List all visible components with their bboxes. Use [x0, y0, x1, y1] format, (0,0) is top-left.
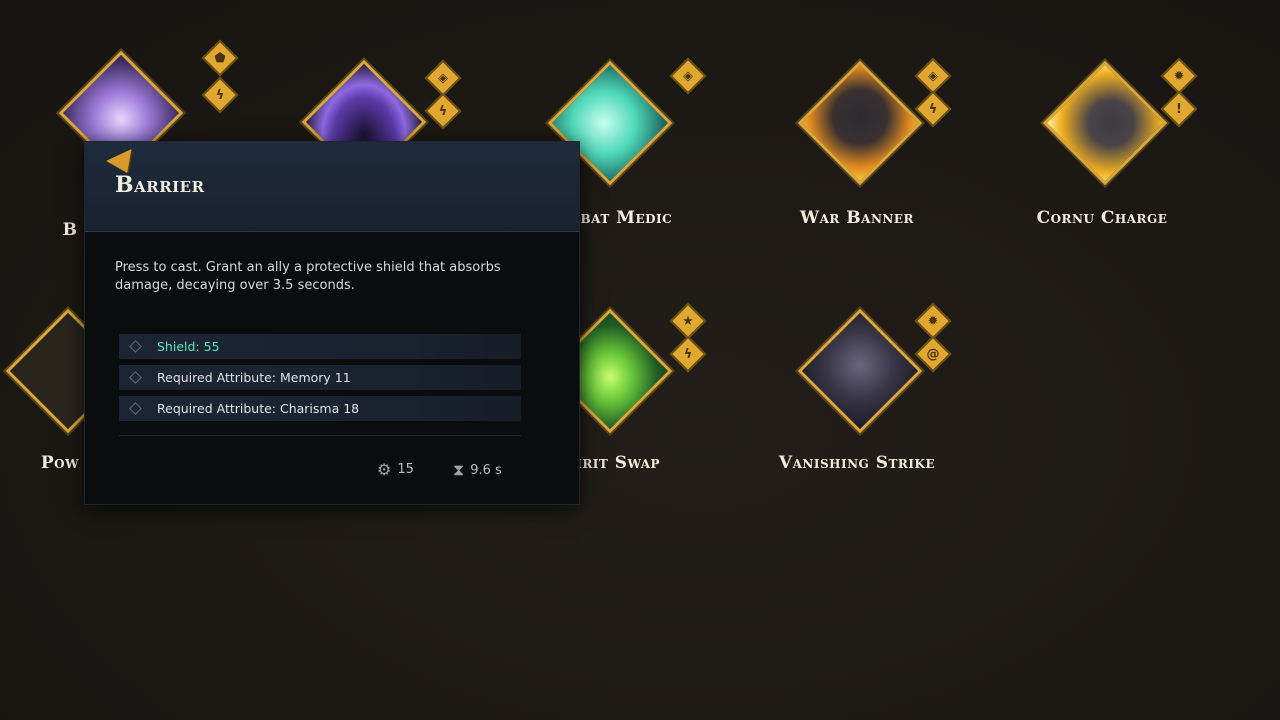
stat-text: Required Attribute: Memory 11 [157, 370, 351, 385]
tooltip-title: Barrier [115, 172, 205, 198]
stat-row: Required Attribute: Charisma 18 [119, 396, 521, 421]
lightning-tag-icon: ϟ [669, 335, 707, 373]
diamond-bullet-icon [129, 371, 142, 384]
cornu-charge-skill-icon [1042, 60, 1168, 186]
divider [119, 435, 521, 436]
star-tag-icon: ★ [669, 302, 707, 340]
shield-tag-icon: ⬟ [201, 39, 239, 77]
cooldown-value: 9.6 s [470, 462, 502, 478]
lightning-tag-icon: ϟ [424, 92, 462, 130]
skill-tooltip: Barrier Press to cast. Grant an ally a p… [84, 141, 580, 505]
mana-cost: ⚙ 15 [377, 460, 414, 479]
tooltip-header: Barrier [85, 142, 579, 232]
skill-name: War Banner [799, 208, 915, 228]
stat-text: Required Attribute: Charisma 18 [157, 401, 360, 416]
vanishing-strike-skill-icon [797, 308, 923, 434]
skill-cornu-charge[interactable]: ✹ ! Cornu Charge [992, 57, 1212, 258]
fire-tag-icon: ✹ [914, 302, 952, 340]
cooldown: ⧗ 9.6 s [453, 460, 502, 480]
skill-war-banner[interactable]: ◈ ϟ War Banner [747, 57, 967, 258]
lightning-tag-icon: ϟ [201, 76, 239, 114]
stat-text: Shield: 55 [157, 339, 220, 354]
skill-vanishing-strike[interactable]: ✹ @ Vanishing Strike [747, 302, 967, 503]
gem-tag-icon: ◈ [669, 57, 707, 95]
tooltip-description: Press to cast. Grant an ally a protectiv… [115, 260, 501, 293]
fire-tag-icon: ✹ [1160, 57, 1198, 95]
gem-tag-icon: ◈ [914, 57, 952, 95]
hourglass-icon: ⧗ [453, 460, 465, 479]
diamond-bullet-icon [129, 340, 142, 353]
swirl-tag-icon: @ [914, 335, 952, 373]
diamond-bullet-icon [129, 402, 142, 415]
war-banner-skill-icon [797, 60, 923, 186]
skill-name: Cornu Charge [1036, 208, 1168, 228]
gear-cost-icon: ⚙ [377, 460, 392, 479]
skill-name: Vanishing Strike [778, 453, 936, 473]
stat-row: Shield: 55 [119, 334, 521, 359]
stat-row: Required Attribute: Memory 11 [119, 365, 521, 390]
cost-value: 15 [397, 462, 414, 477]
gem-tag-icon: ◈ [424, 59, 462, 97]
